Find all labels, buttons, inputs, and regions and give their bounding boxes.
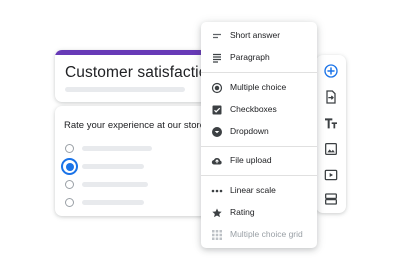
import-icon (326, 90, 336, 104)
add-section-button[interactable] (323, 191, 339, 207)
question-toolbar (316, 55, 346, 213)
dropdown-circle-icon (211, 126, 223, 138)
form-title[interactable]: Customer satisfaction (65, 64, 216, 82)
question-title[interactable]: Rate your experience at our store (64, 120, 205, 131)
menu-item-label: Multiple choice grid (230, 229, 303, 239)
menu-item-dropdown[interactable]: Dropdown (201, 122, 317, 142)
menu-divider (201, 72, 317, 73)
add-question-button[interactable] (323, 63, 339, 79)
menu-item-linear-scale[interactable]: Linear scale (201, 181, 317, 201)
image-icon (325, 143, 337, 155)
radio-button[interactable] (65, 198, 74, 207)
menu-item-label: Multiple choice (230, 82, 287, 92)
menu-item-file-upload[interactable]: File upload (201, 151, 317, 171)
form-description-placeholder[interactable] (65, 87, 185, 92)
menu-item-label: Linear scale (230, 185, 276, 195)
menu-item-checkboxes[interactable]: Checkboxes (201, 100, 317, 120)
menu-item-multiple-choice[interactable]: Multiple choice (201, 78, 317, 98)
option-placeholder-line (82, 164, 144, 169)
add-circle-icon (324, 64, 338, 78)
grid-icon (211, 229, 223, 241)
menu-divider (201, 146, 317, 147)
menu-item-paragraph[interactable]: Paragraph (201, 48, 317, 68)
menu-item-label: Short answer (230, 30, 281, 40)
star-icon (211, 207, 223, 219)
section-icon (325, 193, 337, 205)
paragraph-icon (211, 52, 223, 64)
menu-item-label: Rating (230, 207, 255, 217)
menu-item-label: File upload (230, 155, 272, 165)
radio-button[interactable] (65, 180, 74, 189)
title-text-icon (325, 118, 337, 129)
option-placeholder-line (82, 200, 144, 205)
option-placeholder-line (82, 182, 148, 187)
radio-button-icon (211, 82, 223, 94)
menu-item-rating[interactable]: Rating (201, 203, 317, 223)
question-type-menu: Short answer Paragraph Multiple choice C… (201, 22, 317, 248)
radio-button-selected[interactable] (61, 158, 78, 175)
short-text-icon (211, 30, 223, 42)
menu-item-label: Checkboxes (230, 104, 277, 114)
cloud-upload-icon (211, 155, 223, 167)
menu-item-multiple-choice-grid[interactable]: Multiple choice grid (201, 225, 317, 245)
add-image-button[interactable] (323, 141, 339, 157)
menu-divider (201, 175, 317, 176)
radio-button[interactable] (65, 144, 74, 153)
dots-icon (211, 185, 223, 197)
menu-item-label: Paragraph (230, 52, 270, 62)
add-video-button[interactable] (323, 167, 339, 183)
menu-item-label: Dropdown (230, 126, 269, 136)
add-title-button[interactable] (323, 115, 339, 131)
import-questions-button[interactable] (323, 89, 339, 105)
menu-item-short-answer[interactable]: Short answer (201, 26, 317, 46)
checkbox-icon (211, 104, 223, 116)
option-placeholder-line (82, 146, 152, 151)
video-icon (324, 169, 338, 181)
